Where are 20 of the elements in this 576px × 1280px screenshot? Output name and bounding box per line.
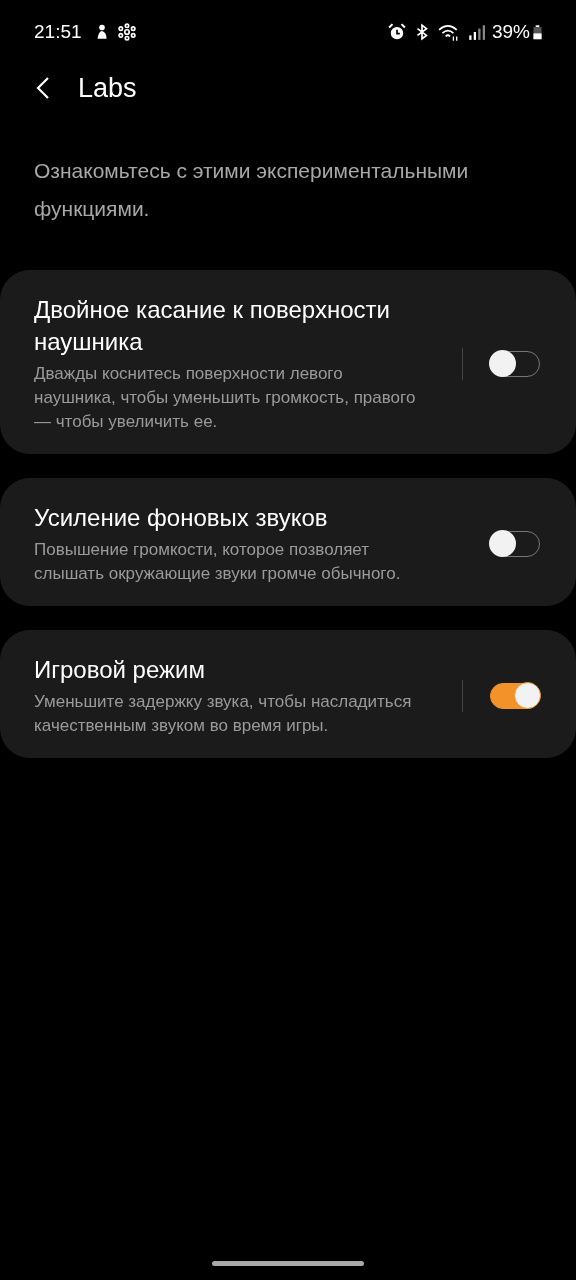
- feature-title: Двойное касание к поверхности наушника: [34, 295, 391, 357]
- feature-description: Повышение громкости, которое позволяет слышать окружающие звуки громче обычного.: [34, 539, 402, 585]
- page-title: Labs: [78, 72, 137, 104]
- battery-percent: 39%: [491, 21, 530, 43]
- toggle-switch[interactable]: [490, 683, 540, 709]
- feature-description: Уменьшите задержку звука, чтобы насладиться качественным звуком во время игры.: [34, 691, 413, 737]
- snowflake-icon: [117, 23, 136, 41]
- back-icon[interactable]: [36, 76, 50, 100]
- feature-card[interactable]: Двойное касание к поверхности наушника Дважды коснитесь поверхности левого наушника, чтобы уменьшить громкость, правого — чтобы увеличить ее.: [0, 270, 576, 454]
- wifi-icon: [437, 23, 460, 41]
- alarm-icon: [387, 23, 406, 41]
- signal-icon: [466, 23, 485, 41]
- intro-text: Ознакомьтесь с этими экспериментальными функциями.: [34, 158, 470, 222]
- feature-card[interactable]: Игровой режим Уменьшите задержку звука, чтобы насладиться качественным звуком во время игры.: [0, 630, 576, 758]
- feature-title: Усиление фоновых звуков: [34, 503, 329, 533]
- feature-card[interactable]: Усиление фоновых звуков Повышение громкости, которое позволяет слышать окружающие звуки громче обычного.: [0, 478, 576, 606]
- status-time: 21:51: [34, 21, 82, 43]
- feature-title: Игровой режим: [34, 655, 206, 685]
- battery-icon: [533, 24, 542, 40]
- feature-description: Дважды коснитесь поверхности левого наушника, чтобы уменьшить громкость, правого — чтобы увеличить ее.: [34, 363, 417, 433]
